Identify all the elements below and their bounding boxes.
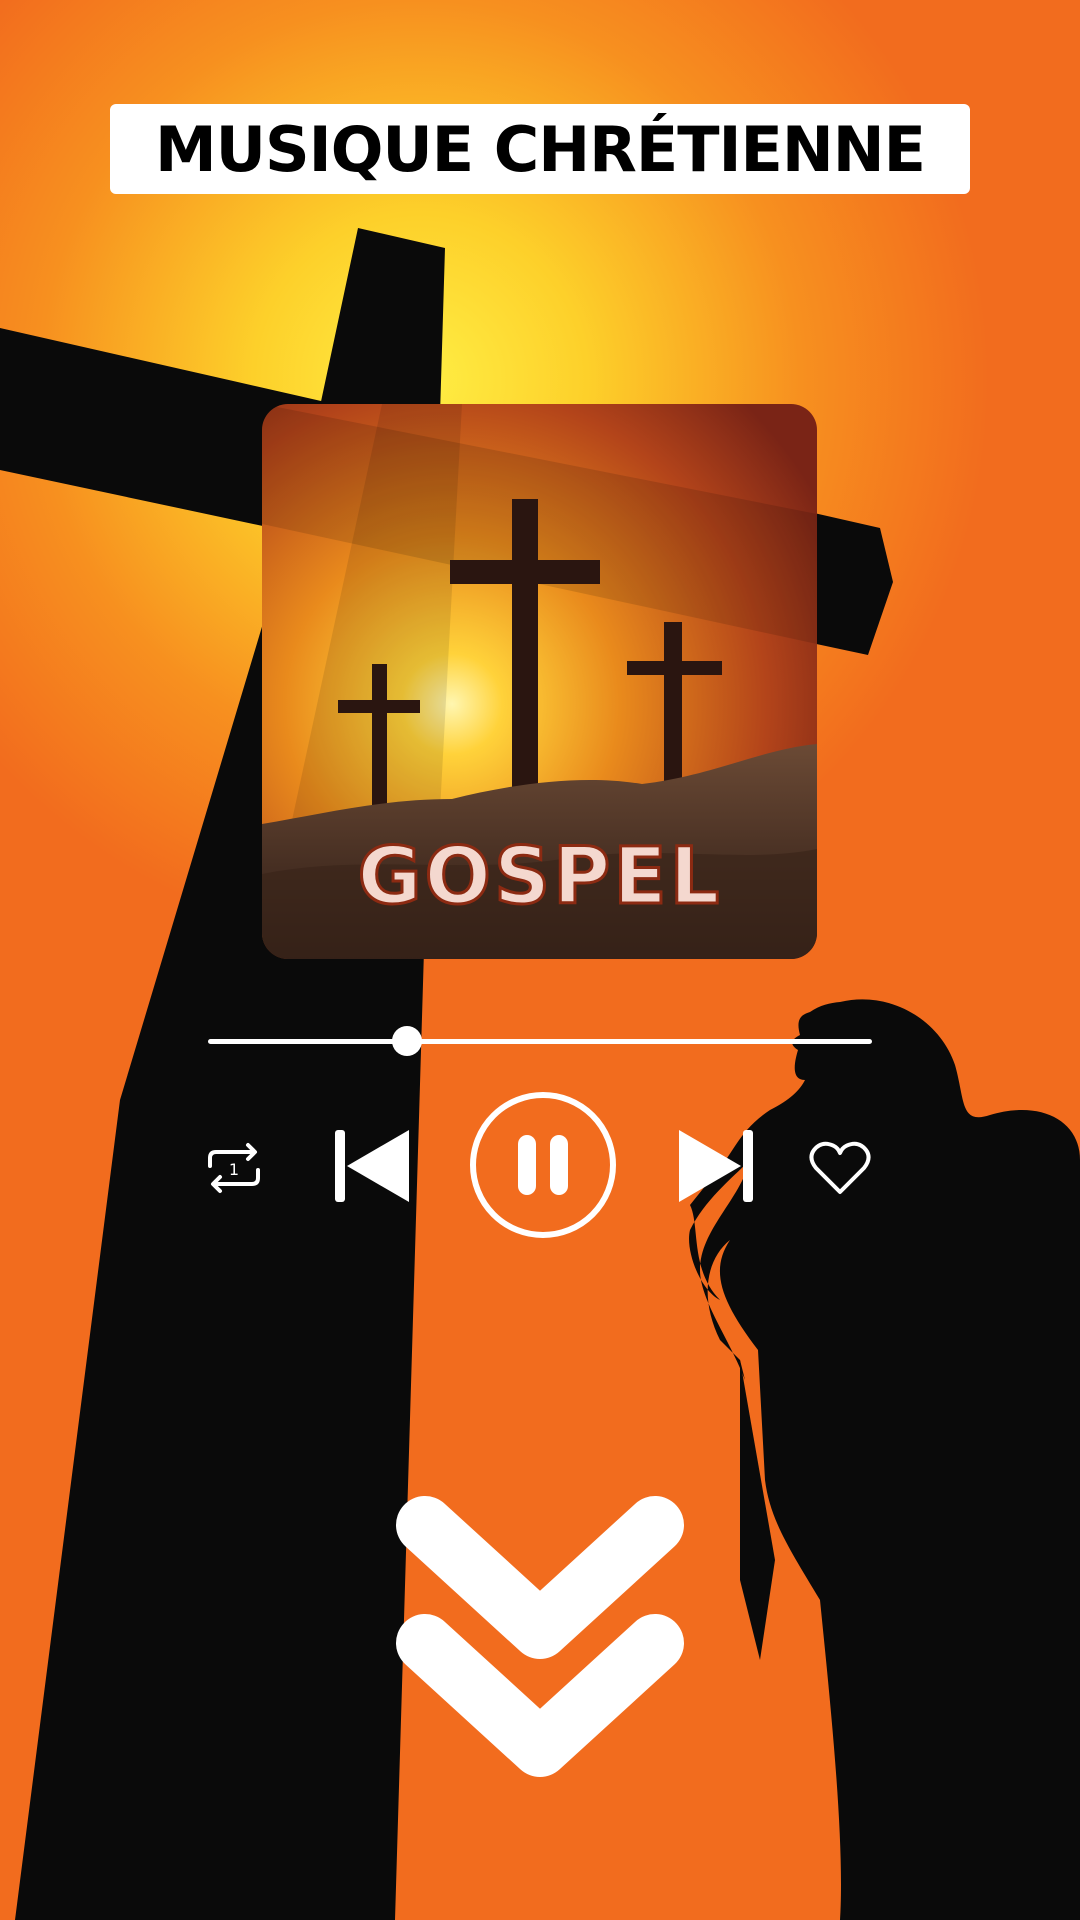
progress-thumb[interactable] — [392, 1026, 423, 1056]
progress-bar[interactable] — [208, 1026, 872, 1056]
double-chevron-down-icon[interactable] — [395, 1495, 685, 1785]
heart-outline-icon[interactable] — [808, 1140, 872, 1196]
banner-title: MUSIQUE CHRÉTIENNE — [154, 112, 926, 186]
title-banner: MUSIQUE CHRÉTIENNE — [110, 104, 970, 194]
pause-icon — [518, 1135, 568, 1195]
skip-previous-icon[interactable] — [333, 1128, 411, 1204]
repeat-one-icon[interactable]: 1 — [204, 1140, 264, 1196]
pause-button[interactable] — [468, 1090, 618, 1240]
skip-next-icon[interactable] — [677, 1128, 755, 1204]
repeat-badge: 1 — [229, 1160, 239, 1179]
album-title: GOSPEL — [356, 831, 723, 924]
